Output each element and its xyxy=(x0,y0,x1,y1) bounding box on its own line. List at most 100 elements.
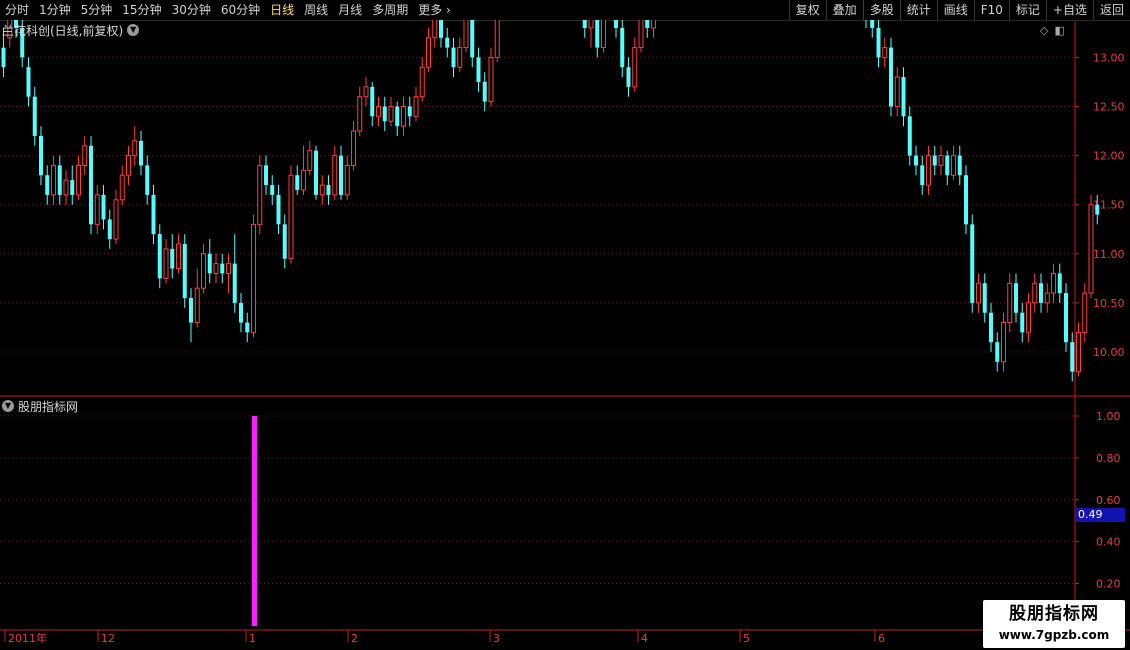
candle-body xyxy=(257,164,263,225)
candle-body xyxy=(932,155,937,166)
candle-body xyxy=(326,185,331,195)
candle-body xyxy=(388,106,394,122)
chevron-down-icon[interactable]: ▼ xyxy=(127,24,140,36)
indicator-tick-label: 0.40 xyxy=(1096,536,1121,549)
period-tab-6[interactable]: 日线 xyxy=(265,0,299,20)
candle-body xyxy=(189,297,193,323)
chart-canvas: 16.0015.5015.0014.5014.0013.5013.0012.50… xyxy=(0,20,1130,645)
candle-body xyxy=(582,20,587,28)
candle-body xyxy=(1051,272,1056,294)
candle-body xyxy=(245,322,250,333)
candle-body xyxy=(201,253,206,289)
window-icon[interactable]: ◧ xyxy=(1054,24,1064,37)
candle-body xyxy=(301,169,306,191)
candle-body xyxy=(588,20,594,29)
candle-body xyxy=(638,20,644,49)
price-tick-label: 10.50 xyxy=(1093,297,1125,310)
candle-body xyxy=(107,219,112,240)
period-tab-8[interactable]: 月线 xyxy=(333,0,367,20)
candle-body xyxy=(370,86,375,117)
candle-body xyxy=(132,140,138,157)
x-tick-label: 5 xyxy=(743,632,750,645)
candle-body xyxy=(45,175,50,195)
period-tabs: 分时 1分钟 5分钟 15分钟 30分钟 60分钟 日线 周线 月线 多周期 更多 › xyxy=(0,0,456,20)
candle-body xyxy=(926,155,931,186)
toolbar-button-0[interactable]: 复权 xyxy=(788,0,826,20)
candle-body xyxy=(232,263,237,303)
period-tab-3[interactable]: 15分钟 xyxy=(117,0,166,20)
candle-body xyxy=(889,47,893,107)
candle-body xyxy=(595,20,600,48)
period-tab-0[interactable]: 分时 xyxy=(0,0,34,20)
candle-body xyxy=(476,57,481,82)
price-tick-label: 12.00 xyxy=(1093,150,1125,163)
indicator-tick-label: 1.00 xyxy=(1096,410,1121,423)
period-tab-10[interactable]: 更多 › xyxy=(413,0,456,20)
candle-body xyxy=(938,155,944,166)
candle-body xyxy=(482,81,487,102)
candle-body xyxy=(176,243,181,270)
toolbar-button-8[interactable]: 返回 xyxy=(1092,0,1130,20)
period-tab-5[interactable]: 60分钟 xyxy=(216,0,265,20)
watermark-title: 股朋指标网 xyxy=(1009,604,1099,624)
candle-body xyxy=(894,76,900,107)
candle-body xyxy=(876,27,881,58)
toolbar-button-2[interactable]: 多股 xyxy=(862,0,900,20)
candle-body xyxy=(139,140,143,166)
candle-body xyxy=(426,37,431,68)
candle-body xyxy=(407,106,412,117)
candle-body xyxy=(463,20,469,49)
x-tick-label: 1 xyxy=(249,632,256,645)
toolbar-button-5[interactable]: F10 xyxy=(973,0,1009,20)
price-tick-label: 10.00 xyxy=(1093,346,1125,359)
pane-corner-icons: ◇ ◧ xyxy=(1040,22,1071,38)
candle-body xyxy=(395,106,400,127)
candle-body xyxy=(1032,282,1038,304)
candle-body xyxy=(914,155,918,166)
candle-body xyxy=(982,283,987,313)
candle-body xyxy=(151,194,156,235)
candle-body xyxy=(626,67,631,87)
candle-body xyxy=(26,67,31,97)
candle-body xyxy=(445,37,450,48)
candle-body xyxy=(1014,283,1018,313)
candle-body xyxy=(239,302,243,323)
period-tab-9[interactable]: 多周期 xyxy=(367,0,413,20)
candle-body xyxy=(1001,322,1006,363)
candle-body xyxy=(989,312,993,343)
period-tab-2[interactable]: 5分钟 xyxy=(76,0,118,20)
toolbar-button-4[interactable]: 画线 xyxy=(936,0,974,20)
candle-body xyxy=(270,185,275,195)
period-tab-7[interactable]: 周线 xyxy=(299,0,333,20)
candle-body xyxy=(439,20,443,38)
toolbar-button-7[interactable]: +自选 xyxy=(1045,0,1093,20)
candle-body xyxy=(319,184,325,196)
candle-body xyxy=(419,66,425,98)
candle-body xyxy=(63,179,69,196)
watermark-url: www.7gpzb.com xyxy=(998,628,1110,642)
candle-body xyxy=(457,47,463,68)
candle-body xyxy=(94,194,100,225)
chevron-down-icon[interactable]: ▼ xyxy=(2,400,14,412)
candle-body xyxy=(907,116,912,156)
candle-body xyxy=(264,165,268,186)
candle-body xyxy=(276,194,281,225)
toolbar-button-6[interactable]: 标记 xyxy=(1008,0,1046,20)
diamond-icon[interactable]: ◇ xyxy=(1040,24,1048,37)
candle-body xyxy=(964,175,968,225)
candle-body xyxy=(957,155,962,176)
candle-body xyxy=(1026,302,1031,333)
candle-body xyxy=(1082,292,1088,333)
candle-body xyxy=(339,155,343,195)
candle-body xyxy=(194,287,200,324)
candle-body xyxy=(351,130,356,166)
toolbar-button-3[interactable]: 统计 xyxy=(899,0,937,20)
candle-body xyxy=(945,155,950,176)
candle-body xyxy=(145,165,150,195)
toolbar-button-1[interactable]: 叠加 xyxy=(825,0,863,20)
candle-body xyxy=(220,263,225,274)
indicator-tick-label: 0.80 xyxy=(1096,452,1121,465)
period-tab-4[interactable]: 30分钟 xyxy=(167,0,216,20)
candle-body xyxy=(170,248,175,269)
period-tab-1[interactable]: 1分钟 xyxy=(34,0,76,20)
